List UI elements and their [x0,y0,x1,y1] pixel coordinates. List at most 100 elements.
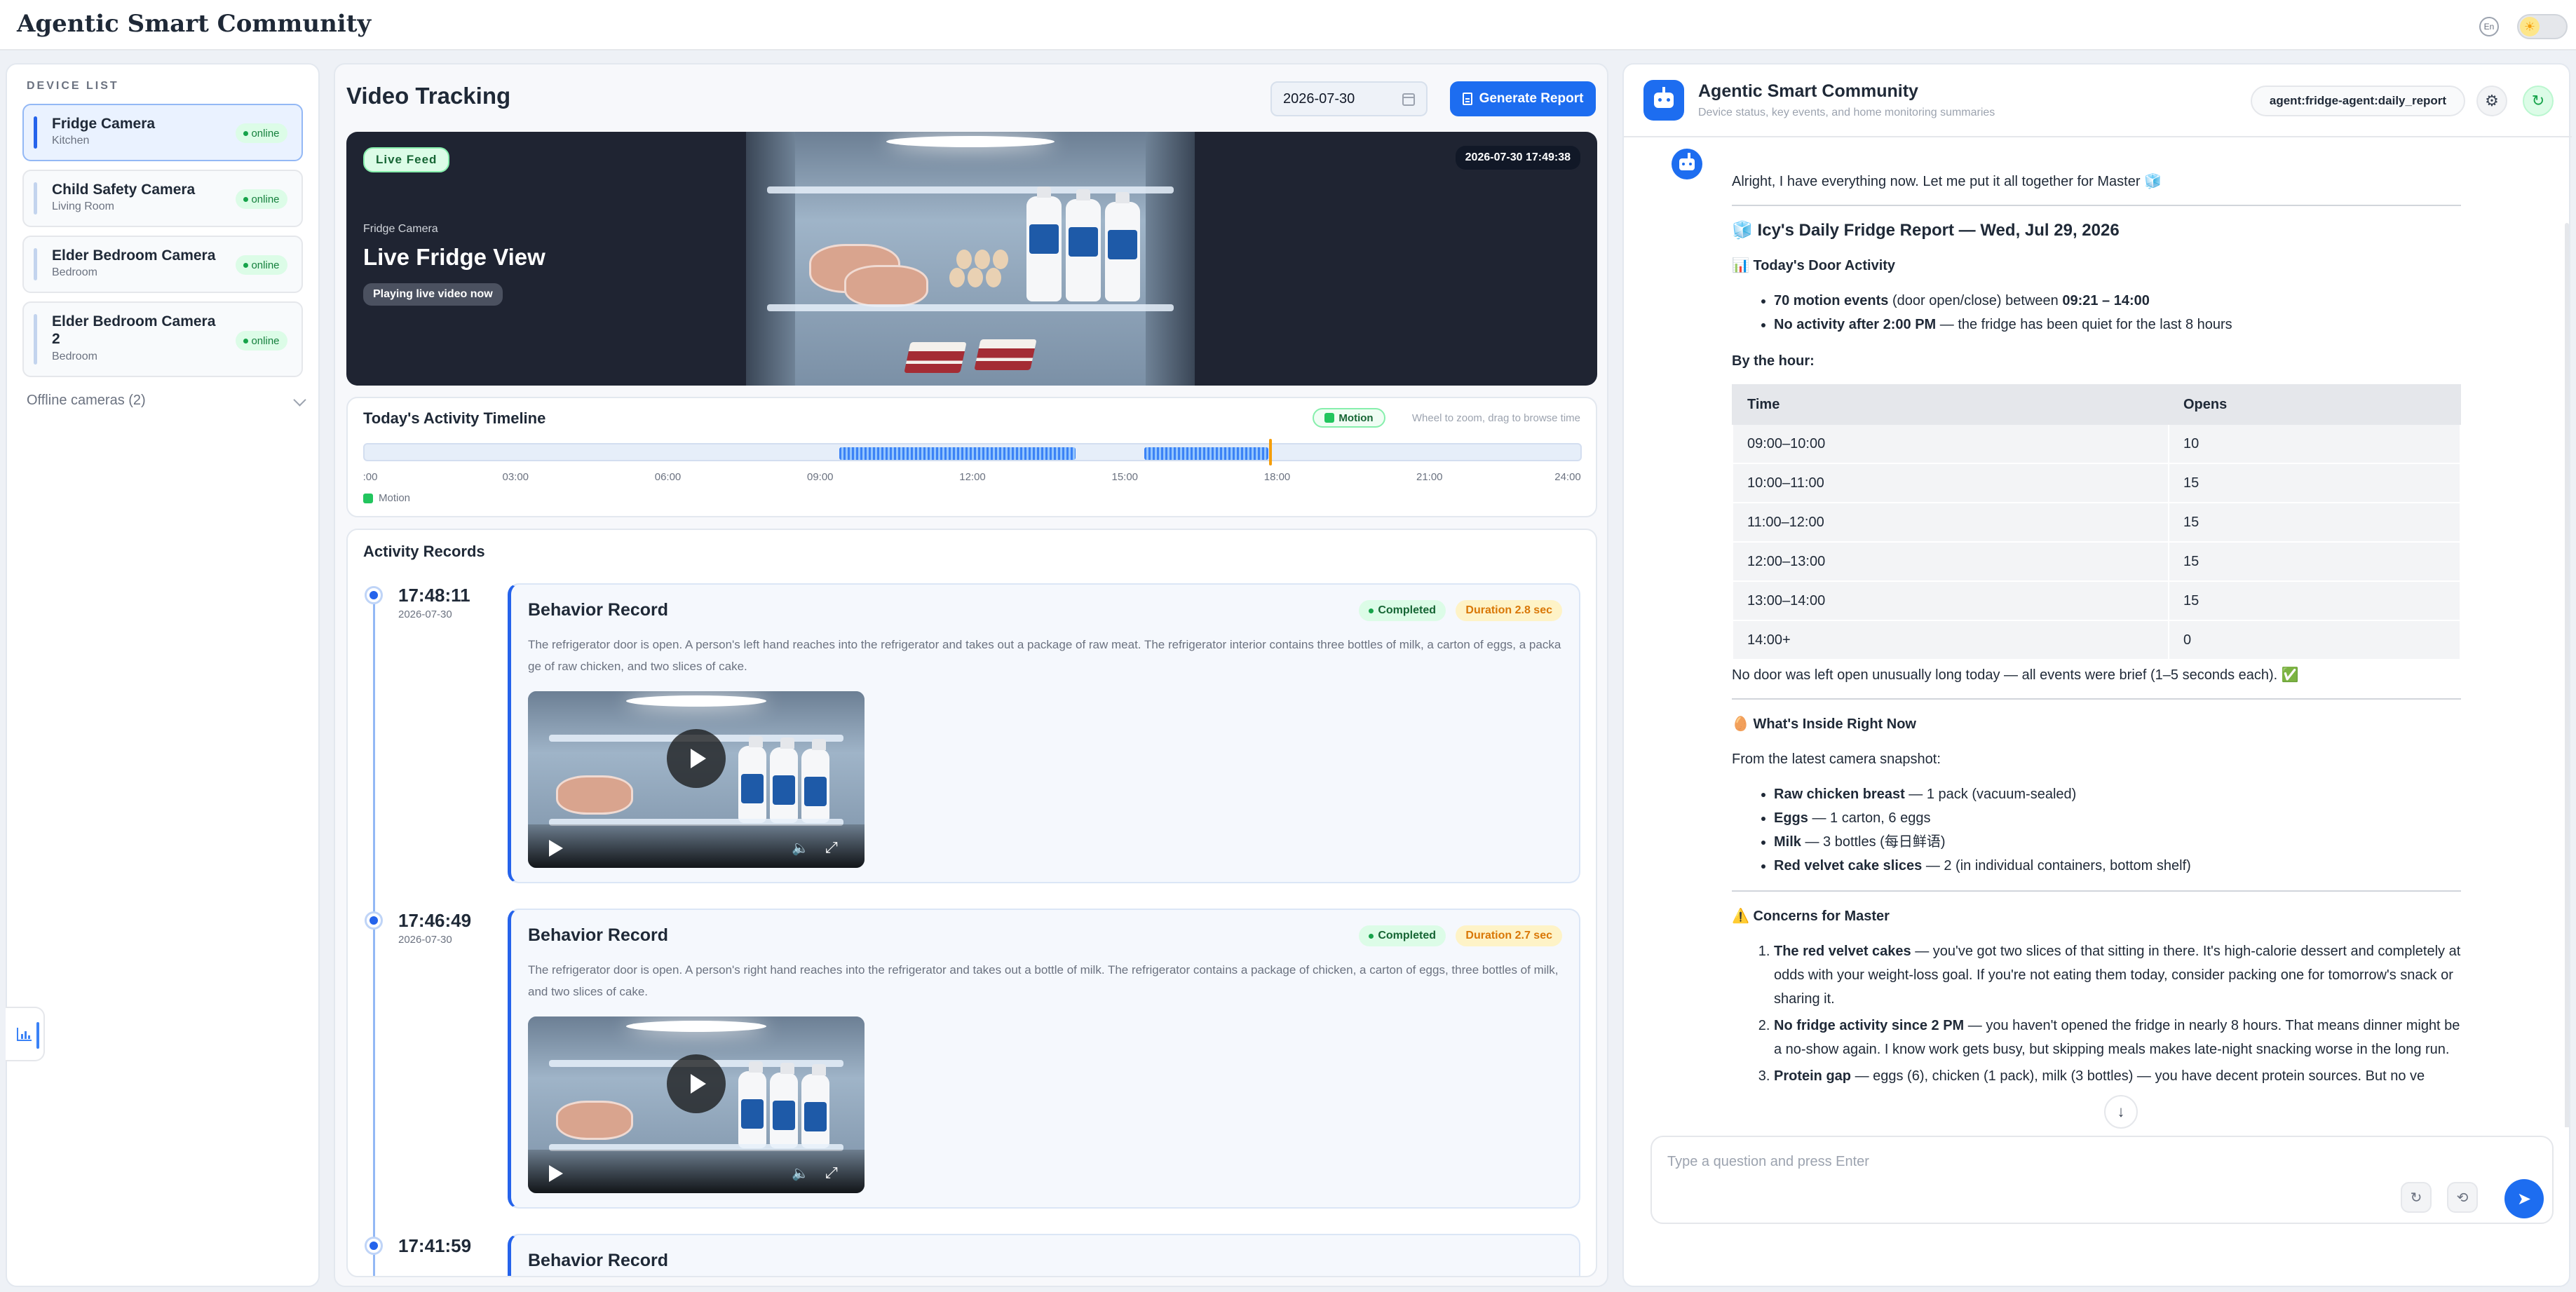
volume-icon[interactable]: 🔈 [792,1167,809,1181]
status-badge: online [236,331,287,351]
record-description: The refrigerator door is open. A person'… [528,638,1561,673]
table-row: 14:00+ 0 [1732,620,2461,660]
motion-filter-badge[interactable]: Motion [1313,408,1385,428]
record-card[interactable]: Behavior Record Completed Duration 2.8 s… [508,583,1580,883]
gear-icon: ⚙ [2485,92,2499,109]
play-icon[interactable] [549,840,563,857]
inside-list: Raw chicken breast — 1 pack (vacuum-seal… [1774,782,2461,878]
document-icon [1462,93,1472,105]
send-button[interactable]: ➤ [2504,1179,2544,1218]
calendar-icon [1402,93,1415,106]
timeline-track[interactable] [363,439,1582,465]
live-video-frame [746,132,1195,386]
new-chat-button[interactable]: ⟲ [2447,1182,2478,1213]
check-icon [1324,413,1335,423]
record-description: The refrigerator door is open. A person'… [528,963,1559,998]
legend-swatch [363,493,373,503]
chat-input[interactable]: Type a question and press Enter ↻ ⟲ ➤ [1650,1136,2554,1224]
device-name: Fridge Camera [52,116,156,132]
list-item: No activity after 2:00 PM — the fridge h… [1774,313,2461,336]
status-badge: online [236,189,287,209]
rotate-icon: ↻ [2410,1190,2422,1206]
by-hour-label: By the hour: [1732,353,1815,369]
chat-input-placeholder: Type a question and press Enter [1667,1154,1869,1169]
chat-panel: Agentic Smart Community Device status, k… [1622,63,2572,1287]
live-camera-name: Fridge Camera [363,223,438,235]
status-badge: online [236,123,287,143]
divider [1732,205,2461,206]
chevron-down-icon [293,393,306,407]
reset-button[interactable]: ↻ [2401,1182,2432,1213]
device-item-elder-bedroom-camera-2[interactable]: Elder Bedroom Camera 2 Bedroom online [22,301,303,377]
timeline-legend: Motion [363,492,410,504]
device-item-elder-bedroom-camera[interactable]: Elder Bedroom Camera Bedroom online [22,236,303,293]
device-name: Child Safety Camera [52,182,196,198]
agent-selector[interactable]: agent:fridge-agent:daily_report [2251,86,2465,116]
live-feed[interactable]: Live Feed Fridge Camera Live Fridge View… [346,132,1597,386]
play-icon[interactable] [549,1165,563,1182]
scroll-to-bottom-button[interactable]: ↓ [2104,1095,2138,1129]
door-note: No door was left open unusually long tod… [1732,667,2299,683]
section-heading: 📊 Today's Door Activity [1732,258,1896,273]
record-video[interactable]: 🔈 ⤢ [528,1016,865,1193]
offline-cameras-toggle[interactable]: Offline cameras (2) [27,393,306,409]
device-room: Bedroom [52,266,97,278]
timeline-hint: Wheel to zoom, drag to browse time [1411,412,1580,424]
timeline-line [373,593,375,1276]
device-room: Bedroom [52,351,97,362]
timeline-tick: 21:00 [1416,471,1443,483]
fullscreen-icon[interactable]: ⤢ [825,840,841,855]
record-dot [365,911,383,930]
record-video[interactable]: 🔈 ⤢ [528,691,865,868]
motion-segment [1144,447,1268,460]
chat-scrollbar[interactable] [2565,223,2569,1127]
settings-button[interactable]: ⚙ [2476,86,2507,116]
offline-cameras-label: Offline cameras (2) [27,393,146,408]
arrow-down-icon: ↓ [2117,1103,2125,1120]
live-title: Live Fridge View [363,244,545,270]
generate-report-button[interactable]: Generate Report [1450,81,1596,116]
list-item: Milk — 3 bottles (每日鲜语) [1774,830,2461,854]
duration-badge: Duration 2.7 sec [1456,925,1562,946]
play-overlay-button[interactable] [667,1054,726,1113]
record-title: Behavior Record [528,925,669,945]
volume-icon[interactable]: 🔈 [792,841,809,855]
robot-icon [1672,149,1702,179]
activity-records: Activity Records 17:48:11 2026-07-30 Beh… [346,529,1597,1277]
inside-intro: From the latest camera snapshot: [1732,752,1941,767]
list-item: 70 motion events (door open/close) betwe… [1774,289,2461,313]
current-time-marker[interactable] [1269,439,1273,465]
divider [1732,698,2461,700]
table-header: Time [1732,384,2169,425]
device-room: Living Room [52,200,114,212]
list-item: Eggs — 1 carton, 6 eggs [1774,806,2461,830]
top-bar: Agentic Smart Community En ☀ [0,0,2576,50]
timeline-tick: 18:00 [1263,471,1291,483]
refresh-button[interactable]: ↻ [2523,86,2554,116]
concerns-list: The red velvet cakes — you've got two sl… [1774,939,2461,1088]
device-name: Elder Bedroom Camera 2 [52,313,216,347]
app-brand: Agentic Smart Community [17,10,372,38]
date-picker[interactable]: 2026-07-30 [1270,81,1428,116]
report-title: 🧊 Icy's Daily Fridge Report — Wed, Jul 2… [1732,221,2120,240]
record-card[interactable]: Behavior Record [508,1234,1580,1276]
record-dot [365,1237,383,1255]
send-icon: ➤ [2516,1189,2532,1209]
device-item-fridge-camera[interactable]: Fridge Camera Kitchen online [22,104,303,161]
timeline-tick: 09:00 [806,471,834,483]
theme-toggle[interactable]: ☀ [2517,14,2568,39]
chat-header: Agentic Smart Community Device status, k… [1624,64,2572,137]
message-intro: Alright, I have everything now. Let me p… [1732,174,2162,189]
assistant-message: Alright, I have everything now. Let me p… [1732,170,2461,1101]
chat-bubble-icon: ⟲ [2456,1190,2469,1206]
list-item: No fridge activity since 2 PM — you have… [1774,1014,2461,1061]
language-button[interactable]: En [2479,17,2499,36]
device-item-child-safety-camera[interactable]: Child Safety Camera Living Room online [22,170,303,227]
play-overlay-button[interactable] [667,729,726,788]
stats-side-tab[interactable] [6,1007,45,1061]
date-value: 2026-07-30 [1283,91,1355,107]
fullscreen-icon[interactable]: ⤢ [825,1165,841,1181]
robot-icon [1643,80,1684,121]
record-card[interactable]: Behavior Record Completed Duration 2.7 s… [508,909,1580,1209]
live-feed-badge: Live Feed [363,147,450,172]
